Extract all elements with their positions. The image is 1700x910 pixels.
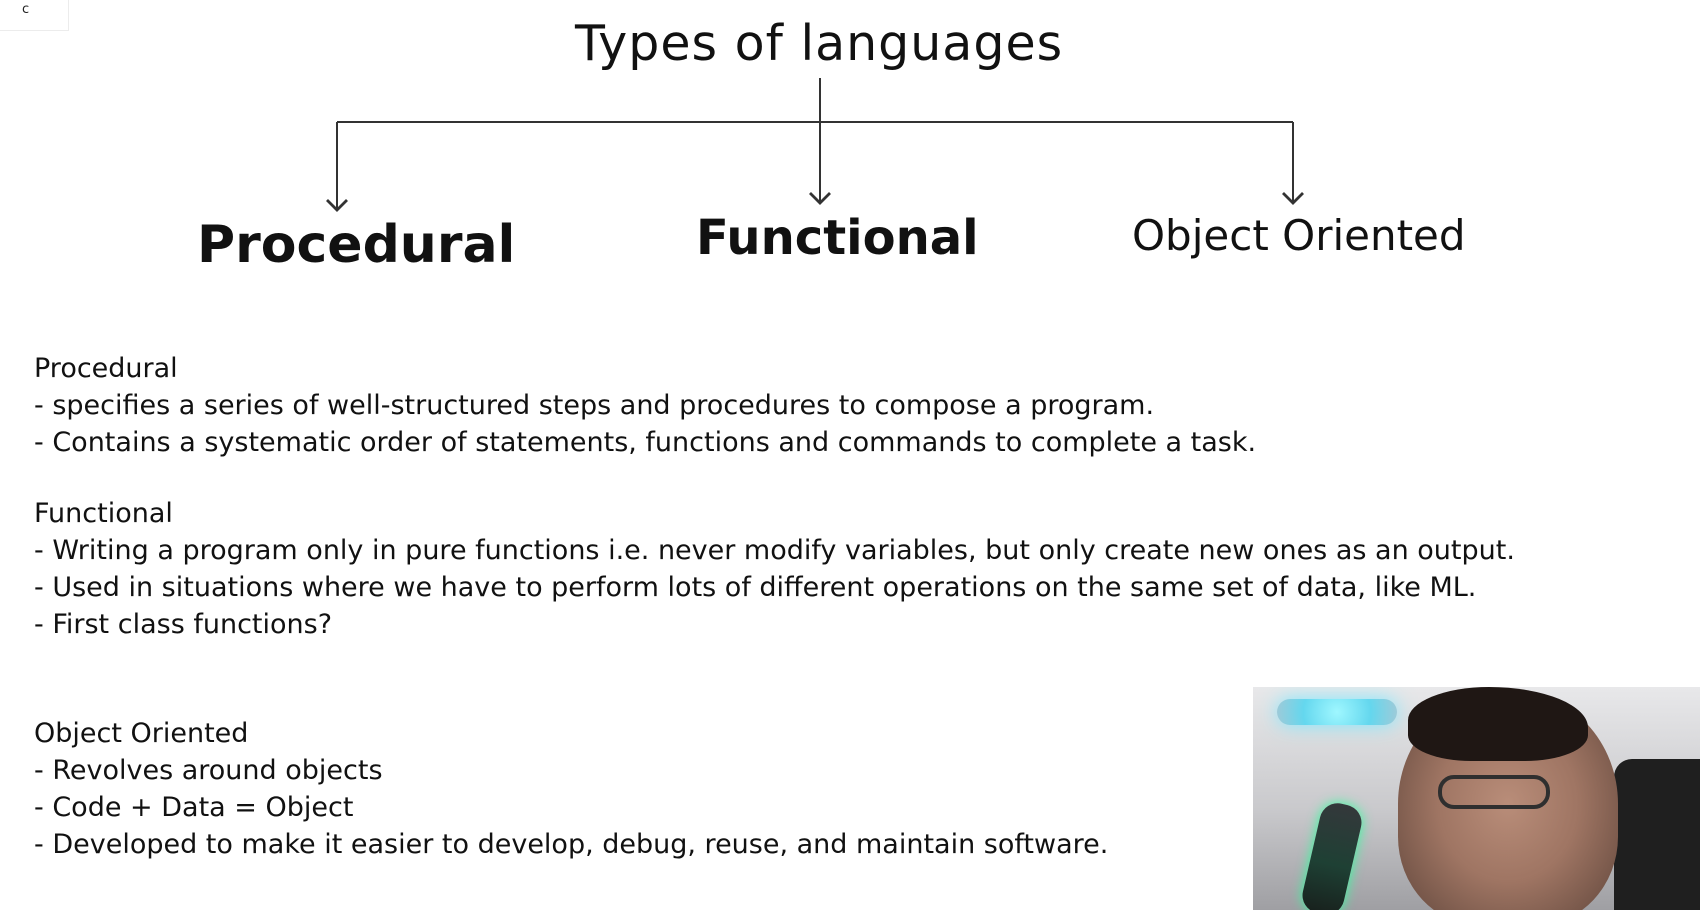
- corner-glyph: c: [22, 2, 30, 17]
- procedural-section: Procedural - specifies a series of well-…: [34, 350, 1694, 461]
- functional-bullet-2: - Used in situations where we have to pe…: [34, 572, 1477, 603]
- procedural-heading: Procedural: [34, 353, 178, 384]
- branch-functional: Functional: [696, 210, 979, 266]
- lamp-light: [1277, 699, 1397, 725]
- functional-section: Functional - Writing a program only in p…: [34, 495, 1694, 643]
- glasses-icon: [1438, 775, 1550, 809]
- functional-bullet-1: - Writing a program only in pure functio…: [34, 535, 1515, 566]
- branch-procedural: Procedural: [197, 215, 516, 275]
- corner-tab: c: [0, 0, 69, 31]
- procedural-bullet-1: - specifies a series of well-structured …: [34, 390, 1155, 421]
- functional-bullet-3: - First class functions?: [34, 609, 333, 640]
- page-title: Types of languages: [575, 15, 1064, 72]
- functional-heading: Functional: [34, 498, 173, 529]
- chair-back: [1614, 759, 1700, 910]
- webcam-overlay: [1253, 687, 1700, 910]
- branch-object-oriented: Object Oriented: [1132, 211, 1466, 260]
- procedural-bullet-2: - Contains a systematic order of stateme…: [34, 427, 1257, 458]
